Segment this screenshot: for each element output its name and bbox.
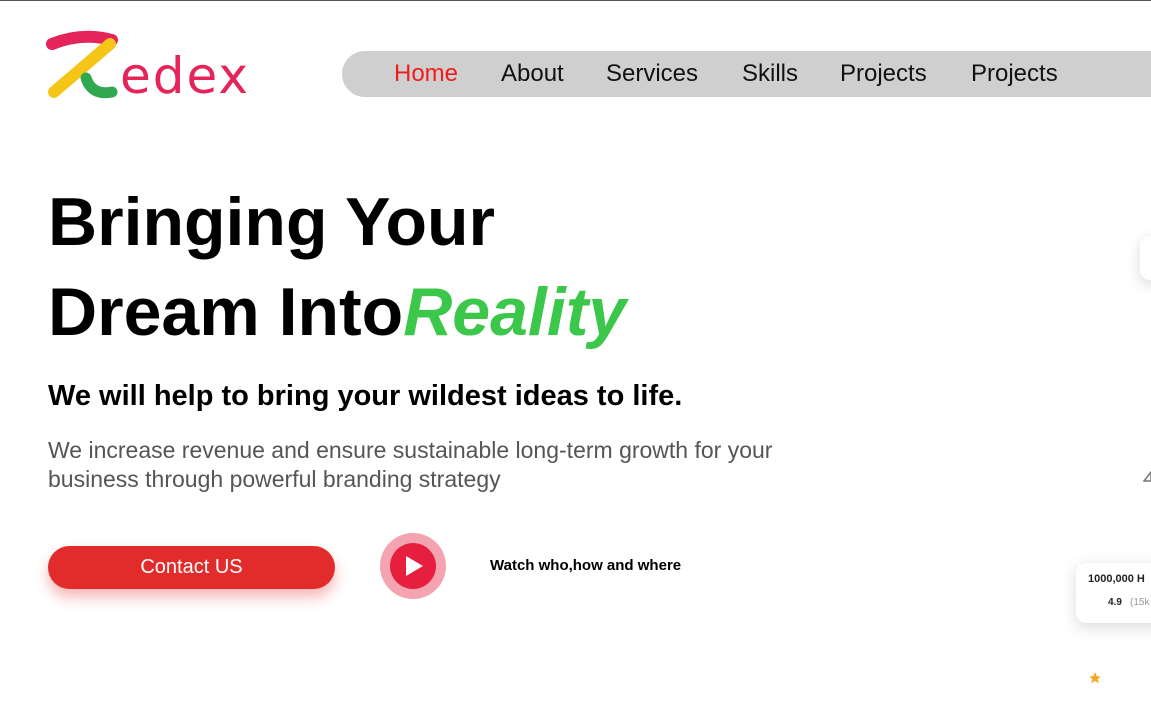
main-nav: Home About Services Skills Projects Proj… bbox=[342, 51, 1151, 97]
stats-card-reviews: (15k bbox=[1130, 597, 1150, 608]
logo-wordmark: edex bbox=[120, 47, 250, 105]
brand-logo[interactable]: edex bbox=[46, 30, 248, 104]
play-video-button[interactable] bbox=[380, 533, 446, 599]
floating-card-top bbox=[1140, 236, 1151, 280]
hero-description: We increase revenue and ensure sustainab… bbox=[48, 437, 773, 492]
star-icon bbox=[1089, 672, 1101, 684]
nav-item-projects-2[interactable]: Projects bbox=[971, 60, 1058, 88]
play-button-core bbox=[390, 543, 436, 589]
nav-item-home[interactable]: Home bbox=[394, 60, 458, 88]
hero-subtitle: We will help to bring your wildest ideas… bbox=[48, 380, 683, 412]
triangle-icon bbox=[1143, 470, 1151, 482]
play-icon bbox=[406, 556, 423, 576]
nav-item-projects[interactable]: Projects bbox=[840, 60, 927, 88]
stats-card: 1000,000 H 4.9 (15k bbox=[1076, 563, 1151, 623]
logo-mark-icon bbox=[46, 30, 118, 99]
watch-video-text: Watch who,how and where bbox=[490, 557, 682, 574]
contact-us-button[interactable]: Contact US bbox=[48, 546, 335, 589]
stats-card-rating: 4.9 bbox=[1108, 597, 1122, 608]
hero-heading-prefix: Dream Into bbox=[48, 274, 404, 350]
nav-item-services[interactable]: Services bbox=[606, 60, 698, 88]
hero-heading-line1: Bringing Your bbox=[48, 184, 496, 260]
top-border bbox=[0, 0, 1151, 1]
stats-card-title: 1000,000 H bbox=[1088, 573, 1145, 585]
hero-heading-accent: Reality bbox=[403, 274, 627, 350]
nav-item-skills[interactable]: Skills bbox=[742, 60, 798, 88]
hero-heading-line2: Dream IntoReality bbox=[48, 272, 626, 352]
nav-item-about[interactable]: About bbox=[501, 60, 564, 88]
